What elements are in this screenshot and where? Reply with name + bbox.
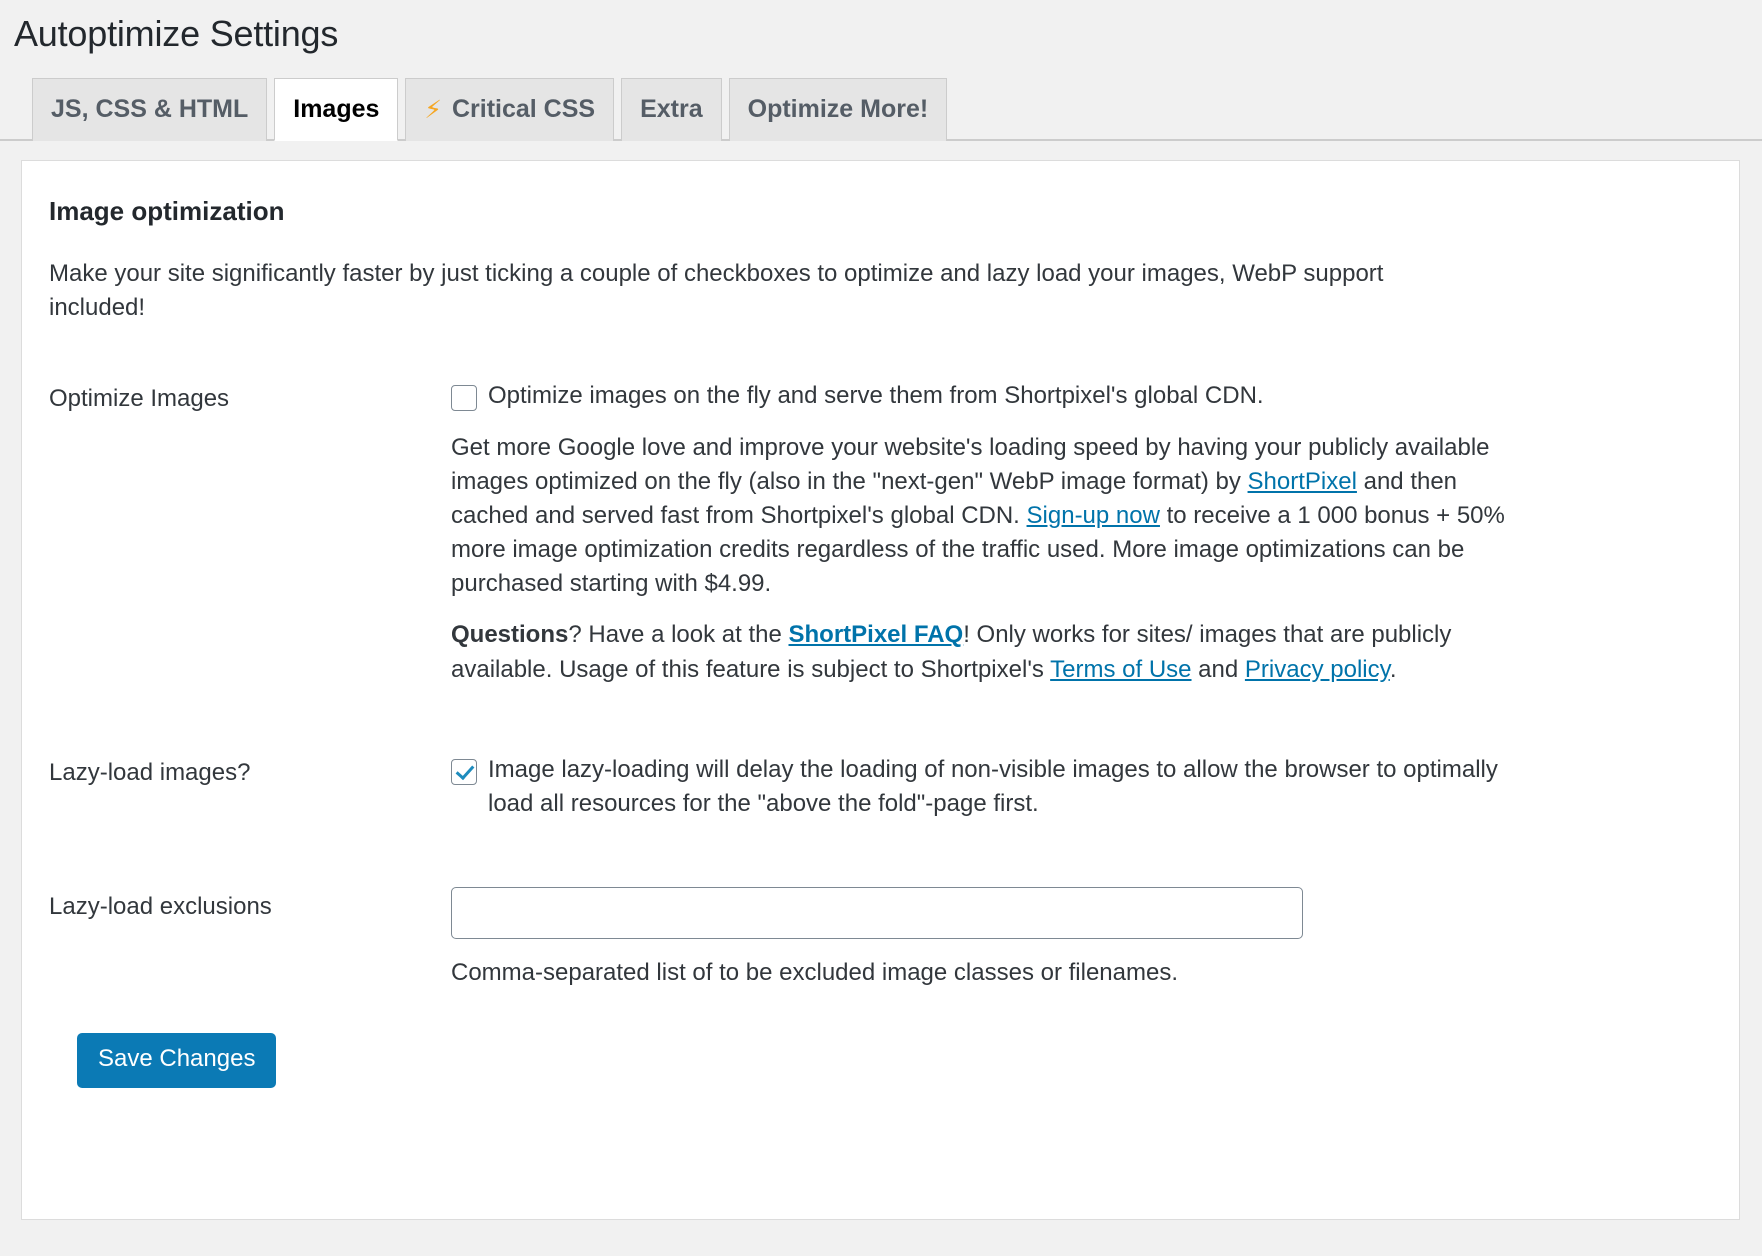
settings-page: Autoptimize Settings JS, CSS & HTML Imag… bbox=[0, 0, 1762, 1256]
tab-optimize-more[interactable]: Optimize More! bbox=[729, 78, 948, 141]
shortpixel-link[interactable]: ShortPixel bbox=[1248, 468, 1357, 495]
shortpixel-faq-link[interactable]: ShortPixel FAQ bbox=[789, 621, 964, 648]
lazy-load-images-label: Lazy-load images? bbox=[49, 743, 451, 877]
questions-label: Questions bbox=[451, 621, 568, 648]
tab-images[interactable]: Images bbox=[274, 78, 398, 141]
lazy-load-exclusions-hint: Comma-separated list of to be excluded i… bbox=[451, 956, 1699, 990]
lazy-load-exclusions-label: Lazy-load exclusions bbox=[49, 877, 451, 1020]
optimize-images-checkbox[interactable] bbox=[451, 385, 477, 411]
lazy-load-images-cell: Image lazy-loading will delay the loadin… bbox=[451, 743, 1709, 877]
tab-extra[interactable]: Extra bbox=[621, 78, 722, 141]
save-changes-button[interactable]: Save Changes bbox=[77, 1033, 276, 1088]
optimize-images-label: Optimize Images bbox=[49, 369, 451, 743]
section-description: Make your site significantly faster by j… bbox=[49, 257, 1479, 325]
tab-label: Critical CSS bbox=[452, 97, 595, 122]
optimize-images-cell: Optimize images on the fly and serve the… bbox=[451, 369, 1709, 743]
tab-label: Optimize More! bbox=[748, 97, 929, 122]
lazy-load-exclusions-input[interactable] bbox=[451, 887, 1303, 939]
privacy-policy-link[interactable]: Privacy policy bbox=[1245, 656, 1390, 683]
terms-of-use-link[interactable]: Terms of Use bbox=[1050, 656, 1191, 683]
optimize-images-checkbox-row[interactable]: Optimize images on the fly and serve the… bbox=[451, 379, 1541, 413]
row-lazy-load-exclusions: Lazy-load exclusions Comma-separated lis… bbox=[49, 877, 1709, 1020]
desc-text: . bbox=[1390, 656, 1397, 683]
tab-label: JS, CSS & HTML bbox=[51, 97, 248, 122]
row-lazy-load-images: Lazy-load images? Image lazy-loading wil… bbox=[49, 743, 1709, 877]
section-title: Image optimization bbox=[49, 195, 1709, 229]
lightning-bolt-icon: ⚡ bbox=[424, 97, 442, 122]
page-title: Autoptimize Settings bbox=[0, 0, 1762, 56]
lazy-load-checkbox-label: Image lazy-loading will delay the loadin… bbox=[488, 753, 1541, 821]
optimize-images-description-2: Questions? Have a look at the ShortPixel… bbox=[451, 618, 1523, 686]
optimize-images-checkbox-label: Optimize images on the fly and serve the… bbox=[488, 379, 1264, 413]
lazy-load-checkbox-row[interactable]: Image lazy-loading will delay the loadin… bbox=[451, 753, 1541, 821]
row-optimize-images: Optimize Images Optimize images on the f… bbox=[49, 369, 1709, 743]
tab-critical-css[interactable]: ⚡ Critical CSS bbox=[405, 78, 614, 141]
tab-js-css-html[interactable]: JS, CSS & HTML bbox=[32, 78, 267, 141]
tab-label: Images bbox=[293, 97, 379, 122]
submit-area: Save Changes bbox=[49, 1019, 1709, 1088]
desc-text: ? Have a look at the bbox=[568, 621, 788, 648]
lazy-load-checkbox[interactable] bbox=[451, 759, 477, 785]
desc-text: and bbox=[1192, 656, 1245, 683]
optimize-images-description-1: Get more Google love and improve your we… bbox=[451, 431, 1523, 601]
shortpixel-faq-label: ShortPixel FAQ bbox=[789, 621, 964, 648]
lazy-load-exclusions-cell: Comma-separated list of to be excluded i… bbox=[451, 877, 1709, 1020]
tab-bar: JS, CSS & HTML Images ⚡ Critical CSS Ext… bbox=[0, 78, 1762, 141]
tab-label: Extra bbox=[640, 97, 703, 122]
settings-form-table: Optimize Images Optimize images on the f… bbox=[49, 369, 1709, 1019]
sign-up-now-link[interactable]: Sign-up now bbox=[1027, 502, 1160, 529]
settings-panel: Image optimization Make your site signif… bbox=[21, 160, 1740, 1220]
